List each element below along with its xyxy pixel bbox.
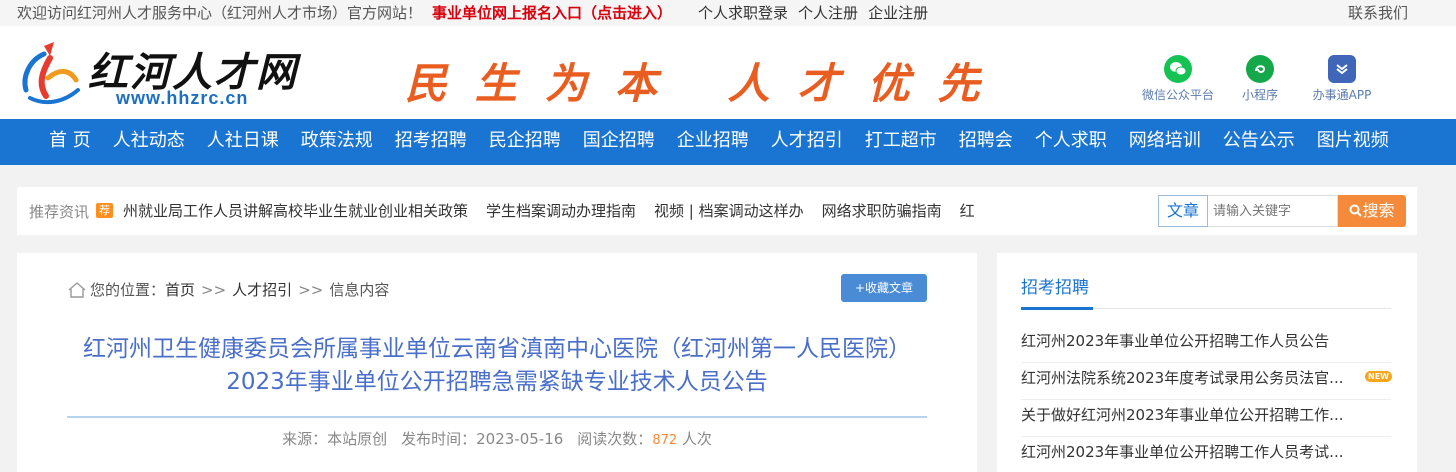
nav-item-job-fair[interactable]: 招聘会 bbox=[948, 119, 1024, 163]
search-box: 文章 搜索 bbox=[1158, 195, 1406, 227]
job-seeker-login-link[interactable]: 个人求职登录 bbox=[698, 4, 788, 22]
sidebar-heading[interactable]: 招考招聘 bbox=[1021, 273, 1089, 298]
wechat-label: 微信公众平台 bbox=[1141, 88, 1214, 102]
search-icon bbox=[1349, 204, 1363, 217]
breadcrumb-talent[interactable]: 人才招引 bbox=[232, 279, 292, 300]
breadcrumb: 您的位置： 首页 >> 人才招引 >> 信息内容 bbox=[67, 279, 389, 300]
nav-item-online-training[interactable]: 网络培训 bbox=[1118, 119, 1212, 163]
home-icon bbox=[68, 281, 86, 298]
nav-item-company-recruit[interactable]: 企业招聘 bbox=[666, 119, 760, 163]
sidebar-item-text: 红河州2023年事业单位公开招聘工作人员公告 bbox=[1021, 332, 1330, 350]
welcome-line: 欢迎访问红河州人才服务中心（红河州人才市场）官方网站！ 事业单位网上报名入口（点击… bbox=[17, 2, 938, 23]
nav-item-talent-attraction[interactable]: 人才招引 bbox=[760, 119, 854, 163]
nav-item-daily-lesson[interactable]: 人社日课 bbox=[196, 119, 290, 163]
welcome-text: 欢迎访问红河州人才服务中心（红河州人才市场）官方网站！ bbox=[17, 4, 423, 22]
recommend-item[interactable]: 学生档案调动办理指南 bbox=[486, 202, 636, 220]
nav-item-photo-video[interactable]: 图片视频 bbox=[1306, 119, 1400, 163]
sidebar-heading-underline bbox=[1021, 307, 1093, 310]
article-meta: 来源：本站原创 发布时间：2023-05-16 阅读次数：872 人次 bbox=[67, 428, 927, 449]
breadcrumb-current: 信息内容 bbox=[329, 281, 390, 299]
recommend-item[interactable]: 红 bbox=[960, 202, 975, 220]
publish-time: 2023-05-16 bbox=[476, 430, 564, 448]
logo-url: www.hhzrc.cn bbox=[116, 88, 249, 108]
wechat-platform-link[interactable]: 微信公众平台 bbox=[1141, 55, 1215, 103]
sidebar-list-item[interactable]: 红河州2023年事业单位公开招聘工作人员考试... bbox=[1021, 437, 1391, 472]
breadcrumb-label: 您的位置： bbox=[90, 281, 166, 299]
site-header: 红河人才网 www.hhzrc.cn 民生为本 人才优先 微信公众平台 小程序 … bbox=[0, 26, 1456, 119]
search-button-label: 搜索 bbox=[1362, 201, 1395, 220]
source-label: 来源： bbox=[282, 430, 328, 448]
contact-us-link[interactable]: 联系我们 bbox=[1348, 2, 1408, 23]
nav-item-hr-news[interactable]: 人社动态 bbox=[102, 119, 196, 163]
personal-register-link[interactable]: 个人注册 bbox=[798, 4, 858, 22]
search-input[interactable] bbox=[1208, 195, 1338, 227]
wechat-icon bbox=[1164, 55, 1192, 83]
breadcrumb-home[interactable]: 首页 bbox=[165, 279, 195, 300]
breadcrumb-separator: >> bbox=[298, 280, 324, 299]
views-unit: 人次 bbox=[681, 430, 712, 448]
nav-item-job-seeking[interactable]: 个人求职 bbox=[1024, 119, 1118, 163]
app-label: 办事通APP bbox=[1312, 88, 1372, 102]
company-register-link[interactable]: 企业注册 bbox=[868, 4, 928, 22]
favorite-article-button[interactable]: +收藏文章 bbox=[841, 274, 927, 302]
sidebar-item-text: 红河州2023年事业单位公开招聘工作人员考试... bbox=[1021, 443, 1344, 461]
logo-mark-icon bbox=[22, 42, 80, 105]
search-button[interactable]: 搜索 bbox=[1338, 195, 1406, 227]
nav-item-exam-recruit[interactable]: 招考招聘 bbox=[384, 119, 478, 163]
nav-item-work-market[interactable]: 打工超市 bbox=[854, 119, 948, 163]
nav-item-private-recruit[interactable]: 民企招聘 bbox=[478, 119, 572, 163]
breadcrumb-separator: >> bbox=[201, 280, 227, 299]
title-divider bbox=[67, 416, 927, 418]
mini-program-icon bbox=[1246, 55, 1274, 83]
nav-item-home[interactable]: 首 页 bbox=[38, 119, 102, 163]
source-value: 本站原创 bbox=[327, 430, 388, 448]
sidebar-list-item[interactable]: 关于做好红河州2023年事业单位公开招聘工作... bbox=[1021, 400, 1391, 437]
new-badge: NEW bbox=[1365, 371, 1392, 382]
recommend-item[interactable]: 网络求职防骗指南 bbox=[822, 202, 942, 220]
header-slogan: 民生为本 人才优先 bbox=[405, 59, 1008, 108]
registration-entry-link[interactable]: 事业单位网上报名入口（点击进入） bbox=[432, 4, 672, 22]
article-title: 红河州卫生健康委员会所属事业单位云南省滇南中心医院（红河州第一人民医院）2023… bbox=[83, 336, 911, 395]
nav-item-soe-recruit[interactable]: 国企招聘 bbox=[572, 119, 666, 163]
recommend-ticker: 州就业局工作人员讲解高校毕业生就业创业相关政策 学生档案调动办理指南 视频 | 档案… bbox=[123, 200, 1028, 221]
search-category-select[interactable]: 文章 bbox=[1158, 195, 1208, 227]
time-label: 发布时间： bbox=[401, 430, 477, 448]
nav-item-announcements[interactable]: 公告公示 bbox=[1212, 119, 1306, 163]
views-count: 872 bbox=[652, 433, 678, 448]
nav-item-policy[interactable]: 政策法规 bbox=[290, 119, 384, 163]
recommend-item[interactable]: 州就业局工作人员讲解高校毕业生就业创业相关政策 bbox=[123, 202, 468, 220]
views-label: 阅读次数： bbox=[577, 430, 653, 448]
mini-program-label: 小程序 bbox=[1241, 88, 1278, 102]
sidebar-item-text: 关于做好红河州2023年事业单位公开招聘工作... bbox=[1021, 406, 1344, 424]
site-logo[interactable]: 红河人才网 www.hhzrc.cn bbox=[20, 38, 300, 108]
top-bar: 欢迎访问红河州人才服务中心（红河州人才市场）官方网站！ 事业单位网上报名入口（点击… bbox=[0, 0, 1456, 26]
recommend-strip: 推荐资讯 荐 州就业局工作人员讲解高校毕业生就业创业相关政策 学生档案调动办理指南… bbox=[17, 187, 1417, 235]
sidebar-list-item[interactable]: 红河州2023年事业单位公开招聘工作人员公告 bbox=[1021, 326, 1391, 363]
recruit-sidebar: 招考招聘 红河州2023年事业单位公开招聘工作人员公告 红河州法院系统2023年… bbox=[997, 253, 1417, 472]
recommend-badge: 荐 bbox=[96, 203, 113, 218]
recommend-item[interactable]: 视频 | 档案调动这样办 bbox=[654, 202, 804, 220]
sidebar-item-text: 红河州法院系统2023年度考试录用公务员法官... bbox=[1021, 369, 1344, 387]
mini-program-link[interactable]: 小程序 bbox=[1238, 55, 1282, 103]
article-panel: 您的位置： 首页 >> 人才招引 >> 信息内容 +收藏文章 红河州卫生健康委员… bbox=[17, 253, 977, 472]
app-link[interactable]: 办事通APP bbox=[1309, 55, 1375, 103]
sidebar-list-item[interactable]: 红河州法院系统2023年度考试录用公务员法官... NEW bbox=[1021, 363, 1392, 400]
app-icon bbox=[1328, 55, 1356, 83]
main-nav: 首 页 人社动态 人社日课 政策法规 招考招聘 民企招聘 国企招聘 企业招聘 人… bbox=[0, 119, 1456, 165]
recommend-label: 推荐资讯 bbox=[29, 203, 90, 221]
